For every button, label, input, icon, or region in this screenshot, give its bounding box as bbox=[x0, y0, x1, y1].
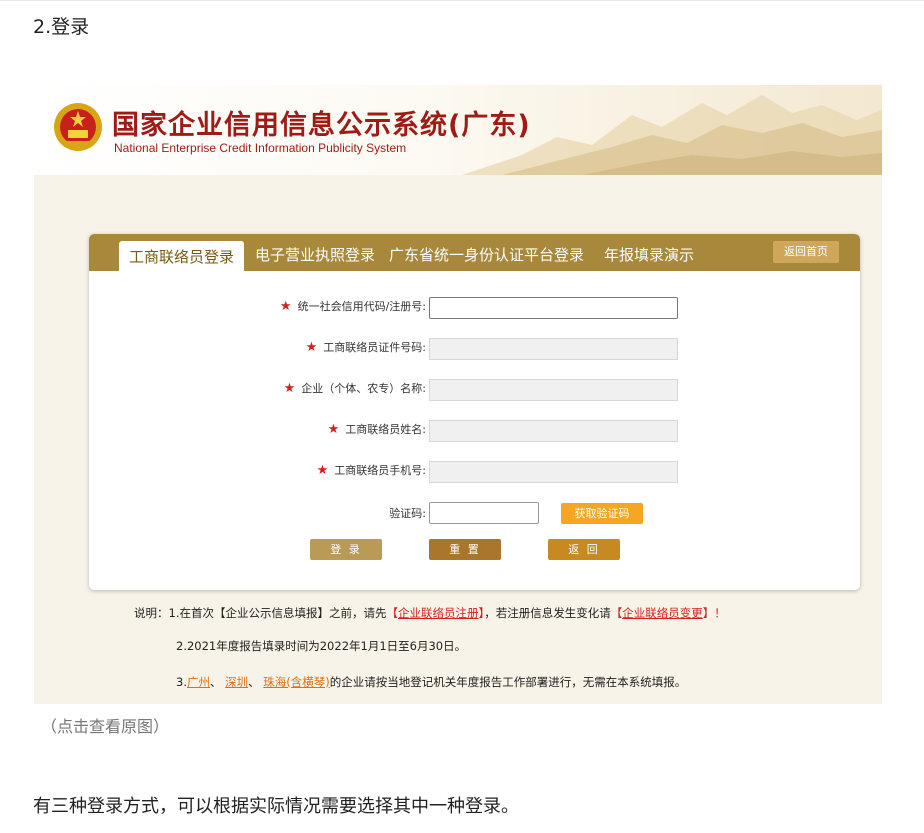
back-button[interactable]: 返 回 bbox=[548, 539, 620, 560]
note-line-3: 3.广州、 深圳、 珠海(含横琴)的企业请按当地登记机关年度报告工作部署进行，无… bbox=[176, 675, 687, 689]
site-header: 国家企业信用信息公示系统(广东) National Enterprise Cre… bbox=[34, 85, 882, 175]
login-panel: 工商联络员登录 电子营业执照登录 广东省统一身份认证平台登录 年报填录演示 返回… bbox=[89, 234, 860, 590]
change-contact-link[interactable]: 企业联络员变更 bbox=[622, 606, 703, 620]
tab-annual-report-demo[interactable]: 年报填录演示 bbox=[604, 244, 694, 265]
shenzhen-link[interactable]: 深圳 bbox=[225, 675, 248, 689]
required-star-icon: ★ bbox=[316, 463, 329, 478]
enterprise-name-input[interactable] bbox=[429, 379, 678, 401]
captcha-label: 验证码: bbox=[389, 507, 426, 520]
contact-id-input[interactable] bbox=[429, 338, 678, 360]
contact-phone-label: ★ 工商联络员手机号: bbox=[316, 463, 426, 478]
required-star-icon: ★ bbox=[279, 299, 292, 314]
site-title: 国家企业信用信息公示系统(广东) bbox=[112, 110, 531, 141]
credit-code-label: ★ 统一社会信用代码/注册号: bbox=[279, 299, 426, 314]
captcha-input[interactable] bbox=[429, 502, 539, 524]
description-paragraph: 有三种登录方式，可以根据实际情况需要选择其中一种登录。 bbox=[33, 796, 519, 817]
required-star-icon: ★ bbox=[327, 422, 340, 437]
zhuhai-link[interactable]: 珠海(含横琴) bbox=[263, 675, 329, 689]
view-original-link[interactable]: （点击查看原图） bbox=[41, 713, 169, 737]
contact-phone-input[interactable] bbox=[429, 461, 678, 483]
required-star-icon: ★ bbox=[283, 381, 296, 396]
enterprise-name-label: ★ 企业（个体、农专）名称: bbox=[283, 381, 426, 396]
note-line-1: 说明：1.在首次【企业公示信息填报】之前，请先【企业联络员注册】，若注册信息发生… bbox=[134, 606, 726, 620]
note-line-2: 2.2021年度报告填录时间为2022年1月1日至6月30日。 bbox=[176, 639, 467, 653]
contact-name-input[interactable] bbox=[429, 420, 678, 442]
login-tab-bar: 工商联络员登录 电子营业执照登录 广东省统一身份认证平台登录 年报填录演示 返回… bbox=[89, 234, 860, 271]
tab-e-license-login[interactable]: 电子营业执照登录 bbox=[255, 244, 375, 265]
tab-unified-auth-login[interactable]: 广东省统一身份认证平台登录 bbox=[389, 244, 584, 265]
section-title: 2.登录 bbox=[33, 16, 90, 38]
get-code-button[interactable]: 获取验证码 bbox=[561, 503, 643, 524]
required-star-icon: ★ bbox=[305, 340, 318, 355]
contact-name-label: ★ 工商联络员姓名: bbox=[327, 422, 426, 437]
contact-id-label: ★ 工商联络员证件号码: bbox=[305, 340, 426, 355]
register-contact-link[interactable]: 企业联络员注册 bbox=[398, 606, 479, 620]
guangzhou-link[interactable]: 广州 bbox=[187, 675, 210, 689]
login-page-screenshot: 国家企业信用信息公示系统(广东) National Enterprise Cre… bbox=[34, 85, 882, 704]
reset-button[interactable]: 重 置 bbox=[429, 539, 501, 560]
national-emblem-icon bbox=[54, 103, 102, 151]
tab-contact-login[interactable]: 工商联络员登录 bbox=[119, 241, 245, 271]
top-divider bbox=[0, 0, 924, 1]
back-home-button[interactable]: 返回首页 bbox=[773, 241, 839, 263]
login-button[interactable]: 登 录 bbox=[310, 539, 382, 560]
site-subtitle: National Enterprise Credit Information P… bbox=[114, 141, 407, 155]
credit-code-input[interactable] bbox=[429, 297, 678, 319]
